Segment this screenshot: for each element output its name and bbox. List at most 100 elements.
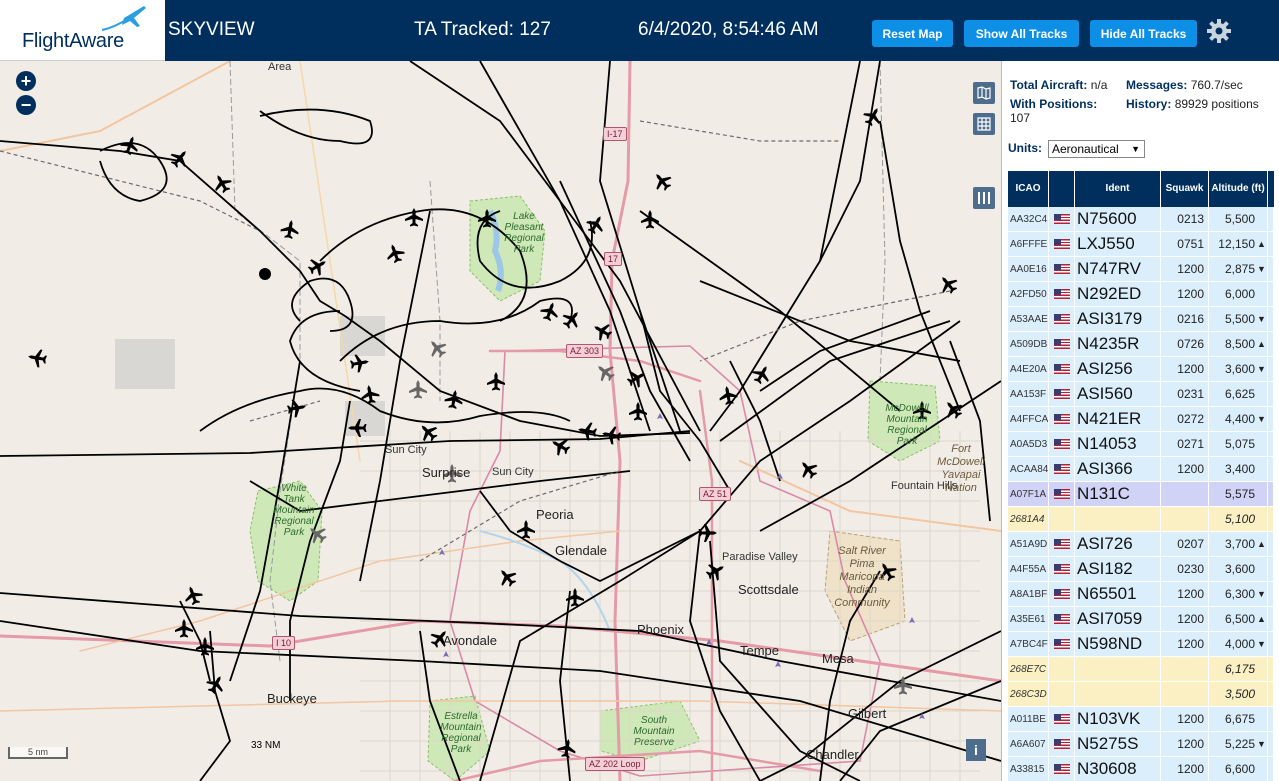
cell-flag xyxy=(1049,232,1075,256)
aircraft-icon[interactable] xyxy=(583,212,608,237)
label-surprise: Surprise xyxy=(422,465,471,480)
table-row[interactable]: A35E61 ASI7059 1200 6,500 ▲ xyxy=(1008,607,1274,632)
aircraft-icon[interactable] xyxy=(409,380,427,399)
table-row[interactable]: A2FD50 N292ED 1200 6,000 xyxy=(1008,282,1274,307)
altitude-trend-icon: ▼ xyxy=(1257,589,1266,599)
aircraft-table: ICAO Ident Squawk Altitude (ft) AA32C4 N7… xyxy=(1008,171,1274,781)
table-row[interactable]: A7BC4F N598ND 1200 4,000 ▼ xyxy=(1008,632,1274,657)
aircraft-icon[interactable] xyxy=(181,583,204,607)
aircraft-icon[interactable] xyxy=(795,456,821,482)
header-altitude[interactable]: Altitude (ft) xyxy=(1209,171,1268,207)
altitude-value: 3,500 xyxy=(1224,687,1255,701)
table-row[interactable]: 2681A4 5,100 xyxy=(1008,507,1274,532)
table-row[interactable]: 268E7C 6,175 xyxy=(1008,657,1274,682)
cell-flag xyxy=(1049,557,1075,581)
aircraft-icon[interactable] xyxy=(305,254,330,279)
table-row[interactable]: A011BE N103VK 1200 6,675 xyxy=(1008,707,1274,732)
map-layer-button[interactable] xyxy=(973,82,995,104)
label-gilbert: Gilbert xyxy=(848,706,887,721)
table-row[interactable]: A8A1BF N65501 1200 6,300 ▼ xyxy=(1008,582,1274,607)
hide-all-tracks-button[interactable]: Hide All Tracks xyxy=(1090,20,1197,47)
altitude-value: 3,700 xyxy=(1224,537,1255,551)
reset-map-button[interactable]: Reset Map xyxy=(872,20,953,47)
altitude-value: 3,600 xyxy=(1224,562,1255,576)
table-row[interactable]: AA32C4 N75600 0213 5,500 xyxy=(1008,207,1274,232)
table-row[interactable]: A07F1A N131C 5,575 xyxy=(1008,482,1274,507)
stat-history-label: History: xyxy=(1126,97,1172,111)
label-fort-mcdowell: Fort McDowell Yavapai Nation xyxy=(937,443,985,494)
cell-icao: AA0E16 xyxy=(1008,257,1049,281)
aircraft-icon[interactable] xyxy=(487,372,505,391)
info-button[interactable]: i xyxy=(966,739,986,761)
stat-positions-label: With Positions: xyxy=(1010,97,1098,111)
cell-icao: A4FFCA xyxy=(1008,407,1049,431)
cell-squawk: 0230 xyxy=(1161,557,1209,581)
header-flag[interactable] xyxy=(1049,171,1075,207)
table-row[interactable]: A53AAE ASI3179 0216 5,500 ▼ xyxy=(1008,307,1274,332)
map-canvas[interactable] xyxy=(0,61,1001,781)
aircraft-icon[interactable] xyxy=(167,145,193,171)
cell-ident: ASI366 xyxy=(1075,457,1161,481)
table-row[interactable]: AA0E16 N747RV 1200 2,875 ▼ xyxy=(1008,257,1274,282)
cell-altitude: 3,400 xyxy=(1209,457,1268,481)
table-row[interactable]: A6A607 N5275S 1200 5,225 ▼ xyxy=(1008,732,1274,757)
aircraft-icon[interactable] xyxy=(279,219,300,240)
aircraft-icon[interactable] xyxy=(383,241,406,265)
altitude-trend-icon: ▲ xyxy=(1257,339,1266,349)
label-mesa: Mesa xyxy=(822,651,854,666)
table-row[interactable]: ACAA84 ASI366 1200 3,400 xyxy=(1008,457,1274,482)
aircraft-icon[interactable] xyxy=(698,524,718,542)
cell-ident: N5275S xyxy=(1075,732,1161,756)
aircraft-icon[interactable] xyxy=(548,434,573,459)
zoom-out-button[interactable]: − xyxy=(16,95,36,115)
cell-icao: A011BE xyxy=(1008,707,1049,731)
table-row[interactable]: 268C3D 3,500 xyxy=(1008,682,1274,707)
map-view[interactable]: Area I-17 17 AZ 303 AZ 51 I 10 AZ 202 Lo… xyxy=(0,61,1001,781)
cell-icao: A4F55A xyxy=(1008,557,1049,581)
table-header: ICAO Ident Squawk Altitude (ft) xyxy=(1008,171,1274,207)
aircraft-icon[interactable] xyxy=(424,335,450,361)
aircraft-icon[interactable] xyxy=(27,348,48,369)
aircraft-icon[interactable] xyxy=(517,520,535,539)
label-estrella: Estrella Mountain Regional Park xyxy=(440,711,482,755)
aircraft-icon[interactable] xyxy=(286,398,307,419)
cell-pad xyxy=(1268,257,1274,281)
us-flag-icon xyxy=(1053,339,1070,349)
flightaware-logo[interactable]: FlightAware xyxy=(0,0,165,61)
gear-icon[interactable] xyxy=(1206,18,1232,44)
table-row[interactable]: A51A9D ASI726 0207 3,700 ▲ xyxy=(1008,532,1274,557)
cell-flag xyxy=(1049,582,1075,606)
table-row[interactable]: A509DB N4235R 0726 8,500 ▲ xyxy=(1008,332,1274,357)
cell-ident: N421ER xyxy=(1075,407,1161,431)
table-row[interactable]: A4FFCA N421ER 0272 4,400 ▼ xyxy=(1008,407,1274,432)
column-toggle-button[interactable] xyxy=(973,187,995,209)
header-icao[interactable]: ICAO xyxy=(1008,171,1049,207)
table-row[interactable]: A4F55A ASI182 0230 3,600 xyxy=(1008,557,1274,582)
label-area: Area xyxy=(268,61,292,73)
cell-squawk: 0231 xyxy=(1161,382,1209,406)
altitude-trend-icon: ▼ xyxy=(1257,639,1266,649)
table-row[interactable]: A6FFFE LXJ550 0751 12,150 ▲ xyxy=(1008,232,1274,257)
zoom-in-button[interactable]: + xyxy=(16,71,36,91)
cell-pad xyxy=(1268,232,1274,256)
header-ident[interactable]: Ident xyxy=(1075,171,1161,207)
header-squawk[interactable]: Squawk xyxy=(1161,171,1209,207)
show-all-tracks-button[interactable]: Show All Tracks xyxy=(964,20,1079,47)
aircraft-icon[interactable] xyxy=(649,168,675,194)
altitude-value: 6,175 xyxy=(1224,662,1255,676)
aircraft-icon[interactable] xyxy=(935,271,961,297)
cell-ident: N103VK xyxy=(1075,707,1161,731)
aircraft-icon[interactable] xyxy=(494,564,520,590)
table-row[interactable]: A0A5D3 N14053 0271 5,075 xyxy=(1008,432,1274,457)
table-row[interactable]: A33815 N30608 1200 6,600 xyxy=(1008,757,1274,781)
table-row[interactable]: AA153F ASI560 0231 6,625 xyxy=(1008,382,1274,407)
aircraft-icon[interactable] xyxy=(538,299,561,323)
current-datetime: 6/4/2020, 8:54:46 AM xyxy=(638,19,819,40)
aircraft-icon[interactable] xyxy=(210,171,235,196)
cell-altitude: 3,600 xyxy=(1209,557,1268,581)
cell-squawk: 0216 xyxy=(1161,307,1209,331)
us-flag-icon xyxy=(1053,564,1070,574)
units-select[interactable]: Aeronautical ▼ xyxy=(1048,140,1145,158)
grid-toggle-button[interactable] xyxy=(973,113,995,135)
table-row[interactable]: A4E20A ASI256 1200 3,600 ▼ xyxy=(1008,357,1274,382)
